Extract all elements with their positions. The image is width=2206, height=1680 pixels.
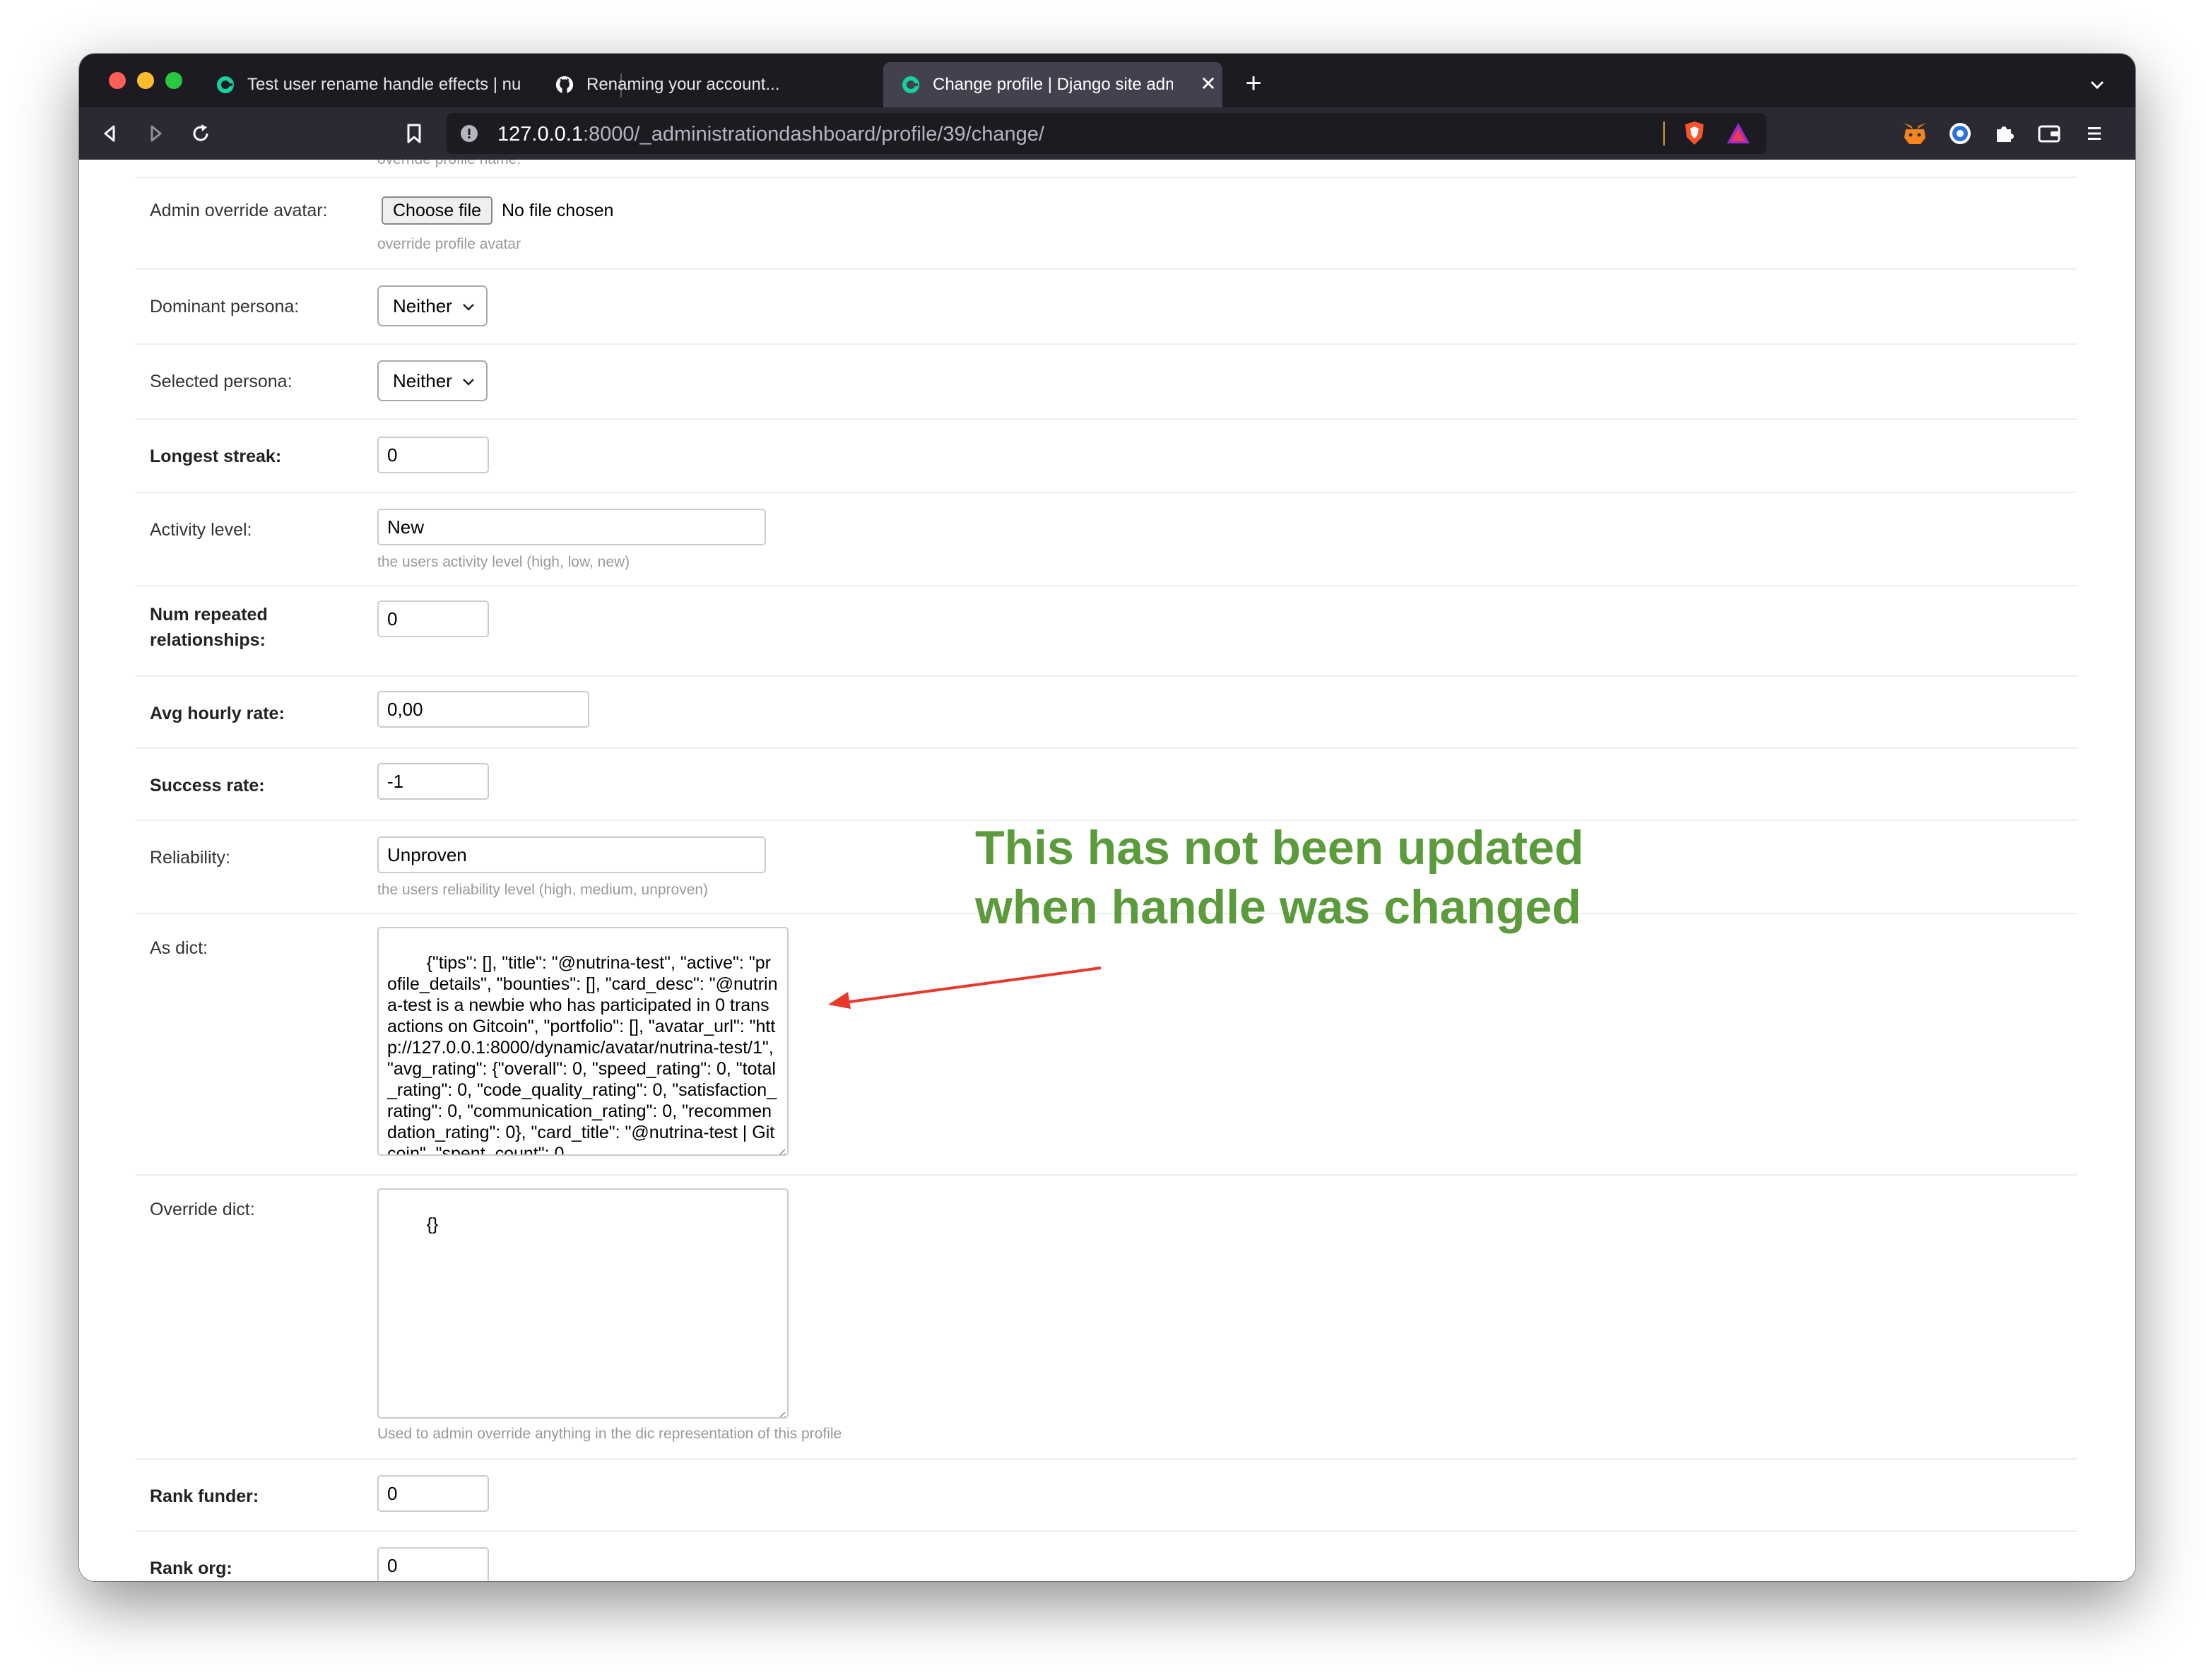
avg-hourly-rate-input[interactable]: 0,00 xyxy=(377,691,589,728)
select-value: Neither xyxy=(393,295,452,317)
form-row-activity-level: Activity level: New the users activity l… xyxy=(136,493,2077,586)
new-tab-icon[interactable]: + xyxy=(1238,68,1269,99)
file-status: No file chosen xyxy=(502,201,614,220)
annotation-arrow-icon xyxy=(828,966,1102,1009)
form-row-longest-streak: Longest streak: 0 xyxy=(136,420,2077,493)
field-label: Rank org: xyxy=(150,1558,232,1578)
close-tab-icon[interactable]: ✕ xyxy=(1194,69,1222,97)
url-host: 127.0.0.1 xyxy=(497,123,583,146)
resize-grip-icon[interactable] xyxy=(774,1404,786,1417)
form-row-as-dict: As dict: {"tips": [], "title": "@nutrina… xyxy=(136,914,2077,1176)
form-row-rank-funder: Rank funder: 0 xyxy=(136,1460,2077,1532)
field-label: Activity level: xyxy=(150,520,252,540)
form-row-selected-persona: Selected persona: Neither xyxy=(136,345,2077,420)
window-close-button[interactable] xyxy=(109,72,126,89)
num-repeated-relationships-input[interactable]: 0 xyxy=(377,601,489,637)
address-bar-separator xyxy=(1663,122,1665,146)
field-label: Longest streak: xyxy=(150,446,282,466)
field-label: As dict: xyxy=(150,938,208,958)
menu-icon[interactable] xyxy=(2079,118,2110,149)
reliability-input[interactable]: Unproven xyxy=(377,836,766,873)
tab-title: Test user rename handle effects | nu xyxy=(247,75,521,94)
form-row-num-repeated-relationships: Num repeated relationships: 0 xyxy=(136,586,2077,677)
site-info-icon[interactable] xyxy=(459,124,479,147)
url-path: :8000/_administrationdashboard/profile/3… xyxy=(582,123,1044,146)
field-label: Reliability: xyxy=(150,848,230,868)
tab-change-profile-active[interactable]: Change profile | Django site adm xyxy=(883,62,1222,107)
success-rate-input[interactable]: -1 xyxy=(377,763,489,800)
forward-icon[interactable] xyxy=(140,118,171,149)
as-dict-textarea[interactable]: {"tips": [], "title": "@nutrina-test", "… xyxy=(377,927,789,1156)
reload-icon[interactable] xyxy=(185,118,216,149)
help-text: the users activity level (high, low, new… xyxy=(377,554,630,570)
rank-org-input[interactable]: 0 xyxy=(377,1547,489,1581)
chevron-down-icon xyxy=(458,292,479,321)
extension-badge-icon[interactable] xyxy=(1945,118,1976,149)
tab-test-user-rename[interactable]: Test user rename handle effects | nu xyxy=(216,62,612,107)
brave-shields-icon[interactable] xyxy=(1682,120,1707,150)
tab-title: Change profile | Django site adm xyxy=(933,75,1173,94)
dominant-persona-select[interactable]: Neither xyxy=(377,285,488,326)
field-label-line-1: Num repeated xyxy=(150,605,268,625)
longest-streak-input[interactable]: 0 xyxy=(377,437,489,473)
form-row-admin-override-avatar: Admin override avatar: Choose file No fi… xyxy=(136,177,2077,270)
help-text: override profile avatar xyxy=(377,236,521,252)
page-content: override profile name. Admin override av… xyxy=(79,160,2135,1581)
annotation-line-1: This has not been updated xyxy=(975,821,1584,875)
form-row-override-dict: Override dict: {} Used to admin override… xyxy=(136,1176,2077,1460)
textarea-value: {} xyxy=(426,1214,439,1234)
gitcoin-favicon-icon xyxy=(216,76,235,94)
chevron-down-icon[interactable] xyxy=(2083,71,2111,99)
window-minimize-button[interactable] xyxy=(137,72,154,89)
wallet-icon[interactable] xyxy=(2034,118,2065,149)
brave-rewards-icon[interactable] xyxy=(1726,122,1751,149)
activity-level-input[interactable]: New xyxy=(377,509,766,545)
form-row-success-rate: Success rate: -1 xyxy=(136,749,2077,821)
url-text: 127.0.0.1:8000/_administrationdashboard/… xyxy=(497,123,1044,146)
field-label: Override dict: xyxy=(150,1200,255,1219)
textarea-value: {"tips": [], "title": "@nutrina-test", "… xyxy=(387,953,779,1156)
field-label: Admin override avatar: xyxy=(150,201,328,220)
chevron-down-icon xyxy=(458,367,479,396)
tab-title: Renaming your account... xyxy=(586,75,780,94)
help-text: override profile name. xyxy=(377,160,521,168)
github-favicon-icon xyxy=(555,76,574,94)
back-icon[interactable] xyxy=(95,118,126,149)
field-label: Avg hourly rate: xyxy=(150,704,285,723)
override-dict-textarea[interactable]: {} xyxy=(377,1188,789,1419)
resize-grip-icon[interactable] xyxy=(774,1142,786,1154)
tab-strip: Test user rename handle effects | nu Ren… xyxy=(79,54,2135,107)
form-row-avg-hourly-rate: Avg hourly rate: 0,00 xyxy=(136,677,2077,749)
help-text: the users reliability level (high, mediu… xyxy=(377,882,709,898)
rank-funder-input[interactable]: 0 xyxy=(377,1475,489,1512)
bookmark-icon[interactable] xyxy=(399,118,430,149)
field-label: Success rate: xyxy=(150,776,265,795)
form-row-rank-org: Rank org: 0 xyxy=(136,1532,2077,1581)
choose-file-button[interactable]: Choose file xyxy=(382,196,493,225)
field-label: Dominant persona: xyxy=(150,297,300,317)
annotation-callout: This has not been updated when handle wa… xyxy=(975,818,1583,937)
field-label: Rank funder: xyxy=(150,1486,259,1506)
field-label: Selected persona: xyxy=(150,372,293,391)
field-label-line-2: relationships: xyxy=(150,630,266,650)
annotation-line-2: when handle was changed xyxy=(975,880,1581,934)
metamask-extension-icon[interactable] xyxy=(1899,118,1930,149)
navigation-toolbar: 127.0.0.1:8000/_administrationdashboard/… xyxy=(79,107,2135,160)
form-row-admin-override-name: override profile name. xyxy=(136,160,2077,178)
form-row-dominant-persona: Dominant persona: Neither xyxy=(136,270,2077,345)
select-value: Neither xyxy=(393,370,452,391)
gitcoin-favicon-icon xyxy=(902,76,920,94)
window-maximize-button[interactable] xyxy=(165,72,182,89)
address-bar[interactable]: 127.0.0.1:8000/_administrationdashboard/… xyxy=(447,113,1766,154)
selected-persona-select[interactable]: Neither xyxy=(377,360,488,401)
help-text: Used to admin override anything in the d… xyxy=(377,1426,842,1442)
extensions-puzzle-icon[interactable] xyxy=(1988,118,2019,149)
browser-window: Test user rename handle effects | nu Ren… xyxy=(79,54,2135,1581)
